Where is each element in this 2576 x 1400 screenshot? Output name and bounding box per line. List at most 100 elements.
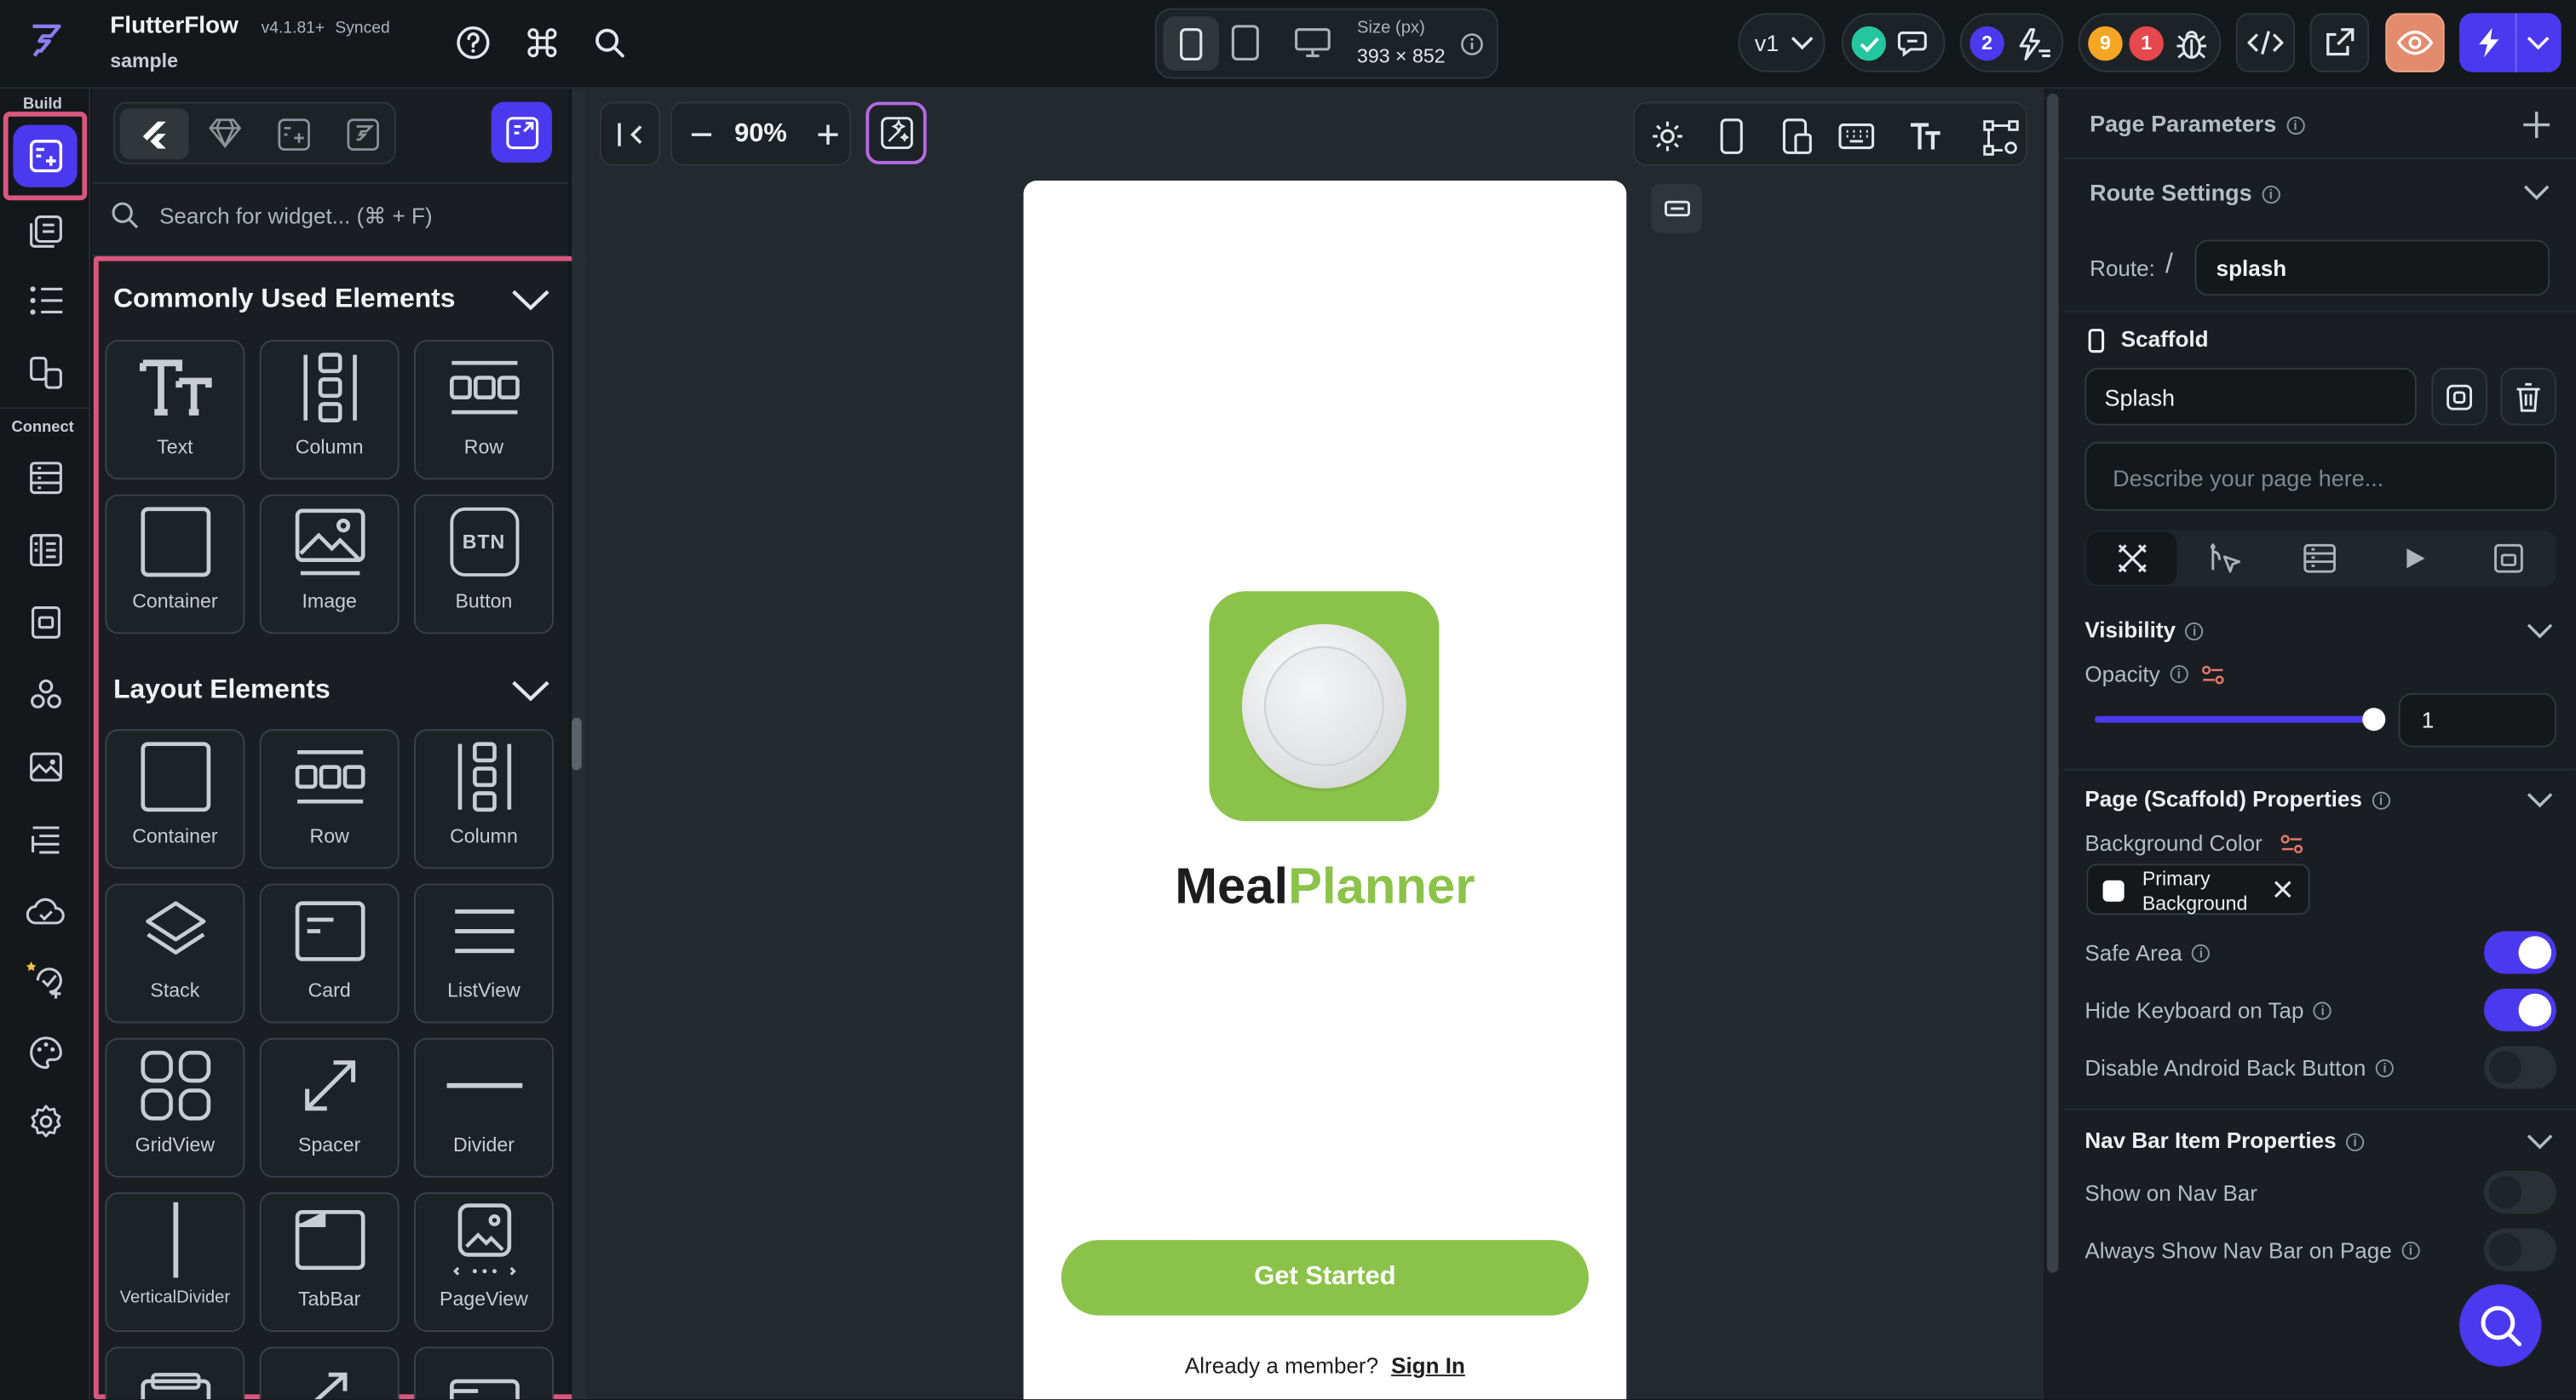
api-calls-icon[interactable] [21,598,71,647]
tablet-device-button[interactable] [1230,25,1260,60]
chevron-down-icon[interactable] [2527,623,2553,639]
widget-tile-pageview[interactable]: PageView [413,1192,554,1333]
search-icon[interactable] [593,26,626,60]
scrollbar-thumb[interactable] [572,717,582,771]
widget-tile-text[interactable]: Text [105,340,245,480]
navbar-properties-title[interactable]: Nav Bar Item Properties i [2084,1128,2365,1153]
open-widget-library-button[interactable] [491,101,552,163]
settings-icon[interactable] [21,1097,71,1146]
get-started-button[interactable]: Get Started [1061,1240,1589,1316]
scaffold-properties-title[interactable]: Page (Scaffold) Properties i [2084,787,2390,812]
collab-group[interactable]: 2 [1959,13,2064,72]
widget-tile-column[interactable]: Column [259,340,400,480]
always-show-navbar-toggle[interactable] [2483,1228,2556,1271]
firestore-icon[interactable] [21,453,71,502]
size-info-icon[interactable] [1460,33,1483,56]
widget-tile-card[interactable]: Card [259,883,400,1024]
chevron-down-icon[interactable] [2527,792,2553,808]
version-select[interactable]: v1 [1738,13,1826,72]
chevron-down-icon[interactable] [2527,33,2550,53]
widget-tile-listview[interactable]: ListView [413,883,554,1024]
widget-tile-row[interactable]: Row [413,340,554,480]
widget-tile-gridview[interactable]: GridView [105,1037,245,1178]
widget-panel-scrollbar[interactable] [572,89,585,1400]
sign-in-link[interactable]: Sign In [1391,1353,1465,1378]
phone-device-button[interactable] [1163,16,1219,71]
canvas-scrollbar[interactable] [2044,89,2064,1400]
widget-tile-stack[interactable]: Stack [105,883,245,1024]
widget-tile-partial[interactable] [259,1346,400,1400]
widget-tile-partial[interactable] [413,1346,554,1400]
theme-settings-icon[interactable] [21,1028,71,1077]
info-icon[interactable]: i [2170,665,2188,684]
tab-premium[interactable] [209,118,242,148]
collapse-common-icon[interactable] [511,289,550,312]
device-frame-icon[interactable] [1720,118,1743,154]
hide-keyboard-toggle[interactable] [2483,988,2556,1032]
widget-search-input[interactable]: Search for widget... (⌘ + F) [159,204,433,230]
widget-palette-button[interactable] [13,124,78,187]
tab-properties[interactable] [2086,531,2177,585]
help-search-fab[interactable] [2459,1284,2542,1367]
chevron-down-icon[interactable] [2523,184,2550,200]
widget-tile-tabbar[interactable]: TabBar [259,1192,400,1333]
run-button[interactable] [2459,13,2562,72]
info-icon[interactable]: i [2375,1059,2395,1078]
route-input[interactable]: splash [2194,239,2550,296]
preview-mode-button[interactable] [2385,13,2445,72]
project-name[interactable]: sample [110,49,178,72]
media-assets-icon[interactable] [21,743,71,792]
visibility-title[interactable]: Visibility i [2084,617,2204,642]
info-icon[interactable]: i [2346,1133,2365,1151]
widget-tile-row[interactable]: Row [259,729,400,869]
widget-tile-container[interactable]: Container [105,729,245,869]
tab-custom-widgets[interactable] [278,118,311,152]
canvas-scrollbar-thumb[interactable] [2046,93,2059,1273]
custom-code-icon[interactable] [21,670,71,720]
help-icon[interactable] [455,25,491,60]
opacity-slider[interactable] [2094,708,2386,732]
widget-tile-image[interactable]: Image [259,494,400,634]
command-icon[interactable] [526,26,559,60]
info-icon[interactable]: i [2372,791,2390,810]
widget-outline-icon[interactable] [1983,120,2019,156]
tab-flutter[interactable] [119,108,189,160]
clear-color-icon[interactable] [2274,881,2291,898]
info-icon[interactable]: i [2286,116,2305,135]
page-description-input[interactable]: Describe your page here... [2084,441,2556,511]
issues-group[interactable]: 9 1 [2078,13,2222,72]
tab-actions[interactable] [2206,542,2242,575]
app-state-icon[interactable] [21,525,71,575]
cloud-icon[interactable] [21,886,71,936]
opacity-input[interactable]: 1 [2398,692,2556,748]
widget-tile-verticaldivider[interactable]: VerticalDivider [105,1192,245,1333]
zoom-out-icon[interactable] [690,123,713,146]
theme-text-icon[interactable] [21,815,71,864]
opacity-slider-handle[interactable] [2362,708,2386,732]
text-scale-icon[interactable] [1909,122,1942,152]
widget-tile-button[interactable]: BTN Button [413,494,554,634]
desktop-device-button[interactable] [1295,28,1331,58]
status-group[interactable] [1841,13,1946,72]
info-icon[interactable]: i [2314,1001,2332,1021]
duplicate-page-button[interactable] [2431,367,2487,426]
responsive-icon[interactable] [1782,118,1812,154]
widget-tile-spacer[interactable]: Spacer [259,1037,400,1178]
size-value[interactable]: 393 × 852 [1357,44,1446,67]
bg-color-chip[interactable]: Primary Background [2086,864,2310,915]
show-navbar-toggle[interactable] [2483,1171,2556,1214]
widget-tile-column[interactable]: Column [413,729,554,869]
info-icon[interactable]: i [2192,944,2211,963]
page-name-input[interactable]: Splash [2084,367,2417,426]
widget-tree-icon[interactable] [21,276,71,325]
zoom-level[interactable]: 90% [734,120,787,150]
collapse-panel-button[interactable] [599,101,661,166]
info-icon[interactable]: i [2401,1242,2420,1260]
delete-page-button[interactable] [2500,367,2556,426]
zoom-in-icon[interactable] [816,123,839,146]
widget-tile-partial[interactable] [105,1346,245,1400]
light-mode-icon[interactable] [1651,120,1684,153]
tab-library[interactable] [347,118,380,152]
widget-chip-button[interactable] [1651,183,1702,233]
info-icon[interactable]: i [2262,185,2280,204]
